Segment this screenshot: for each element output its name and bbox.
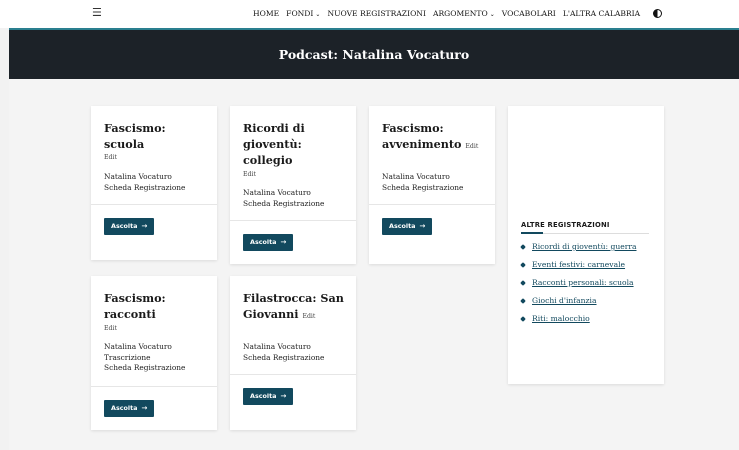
card-divider bbox=[91, 204, 217, 205]
nav-item-altra-calabria[interactable]: L'ALTRA CALABRIA bbox=[563, 9, 640, 18]
listen-button[interactable]: Ascolta → bbox=[104, 400, 155, 417]
card-title[interactable]: Fascismo: racconti bbox=[104, 290, 214, 322]
sidebar-heading-accent bbox=[521, 232, 543, 234]
sidebar-link[interactable]: Ricordi di gioventù: guerra bbox=[532, 242, 637, 252]
card-author[interactable]: Natalina Vocaturo bbox=[243, 342, 324, 353]
listen-button-label: Ascolta bbox=[250, 238, 277, 246]
bullet-icon bbox=[520, 244, 526, 250]
other-recordings-sidebar: ALTRE REGISTRAZIONI Ricordi di gioventù:… bbox=[508, 106, 664, 384]
card-title-text: Filastrocca: San Giovanni bbox=[243, 291, 344, 321]
nav-item-argomento[interactable]: ARGOMENTO ⌄ bbox=[433, 9, 495, 18]
contrast-toggle-icon[interactable] bbox=[653, 9, 662, 18]
card-divider bbox=[369, 204, 495, 205]
nav-item-label: L'ALTRA CALABRIA bbox=[562, 9, 641, 18]
hamburger-icon[interactable]: ☰ bbox=[92, 6, 102, 19]
card-author[interactable]: Natalina Vocaturo bbox=[104, 342, 185, 353]
card-record-link[interactable]: Scheda Registrazione bbox=[243, 353, 324, 364]
arrow-right-icon: → bbox=[141, 404, 148, 412]
main-nav: HOME FONDI ⌄ NUOVE REGISTRAZIONI ARGOMENT… bbox=[253, 9, 647, 18]
chevron-down-icon: ⌄ bbox=[315, 11, 321, 18]
listen-button-label: Ascolta bbox=[250, 392, 277, 400]
card-record-link[interactable]: Scheda Registrazione bbox=[382, 183, 463, 194]
chevron-down-icon: ⌄ bbox=[489, 11, 495, 18]
page-header: Podcast: Natalina Vocaturo bbox=[9, 28, 739, 79]
sidebar-link[interactable]: Eventi festivi: carnevale bbox=[532, 260, 625, 270]
arrow-right-icon: → bbox=[141, 222, 148, 230]
bullet-icon bbox=[520, 262, 526, 268]
podcast-card: Fascismo: avvenimento Edit Natalina Voca… bbox=[369, 106, 495, 264]
nav-item-label: VOCABOLARI bbox=[501, 9, 556, 18]
top-nav-bar: ☰ HOME FONDI ⌄ NUOVE REGISTRAZIONI ARGOME… bbox=[0, 0, 739, 28]
list-item: Ricordi di gioventù: guerra bbox=[520, 242, 637, 260]
page-title: Podcast: Natalina Vocaturo bbox=[278, 47, 470, 62]
sidebar-link-list: Ricordi di gioventù: guerra Eventi festi… bbox=[520, 242, 637, 332]
edit-link[interactable]: Edit bbox=[465, 143, 478, 150]
nav-item-nuove-registrazioni[interactable]: NUOVE REGISTRAZIONI bbox=[327, 9, 426, 18]
podcast-card: Fascismo: racconti Edit Natalina Vocatur… bbox=[91, 276, 217, 430]
bullet-icon bbox=[520, 316, 526, 322]
list-item: Giochi d'infanzia bbox=[520, 296, 637, 314]
card-author[interactable]: Natalina Vocaturo bbox=[104, 172, 185, 183]
nav-item-label: HOME bbox=[253, 9, 280, 18]
card-record-link[interactable]: Scheda Registrazione bbox=[104, 363, 185, 374]
bullet-icon bbox=[520, 280, 526, 286]
listen-button-label: Ascolta bbox=[111, 404, 138, 412]
listen-button-label: Ascolta bbox=[389, 222, 416, 230]
card-title[interactable]: Fascismo: scuola bbox=[104, 120, 208, 152]
listen-button[interactable]: Ascolta → bbox=[382, 218, 433, 235]
list-item: Eventi festivi: carnevale bbox=[520, 260, 637, 278]
card-author[interactable]: Natalina Vocaturo bbox=[382, 172, 463, 183]
nav-item-label: FONDI bbox=[286, 9, 314, 18]
arrow-right-icon: → bbox=[280, 392, 287, 400]
sidebar-heading: ALTRE REGISTRAZIONI bbox=[521, 221, 610, 229]
podcast-card: Filastrocca: San Giovanni Edit Natalina … bbox=[230, 276, 356, 430]
podcast-card: Fascismo: scuola Edit Natalina Vocaturo … bbox=[91, 106, 217, 260]
listen-button[interactable]: Ascolta → bbox=[104, 218, 155, 235]
arrow-right-icon: → bbox=[280, 238, 287, 246]
list-item: Riti: malocchio bbox=[520, 314, 637, 332]
nav-item-vocabolari[interactable]: VOCABOLARI bbox=[502, 9, 556, 18]
card-record-link[interactable]: Scheda Registrazione bbox=[243, 199, 324, 210]
card-title-text: Fascismo: avvenimento bbox=[382, 121, 462, 151]
nav-item-label: ARGOMENTO bbox=[432, 9, 488, 18]
card-title[interactable]: Fascismo: avvenimento Edit bbox=[382, 120, 492, 155]
sidebar-link[interactable]: Riti: malocchio bbox=[532, 314, 590, 324]
listen-button[interactable]: Ascolta → bbox=[243, 234, 294, 251]
sidebar-link[interactable]: Giochi d'infanzia bbox=[532, 296, 597, 306]
nav-item-label: NUOVE REGISTRAZIONI bbox=[327, 9, 426, 18]
listen-button[interactable]: Ascolta → bbox=[243, 388, 294, 405]
card-divider bbox=[230, 220, 356, 221]
card-title[interactable]: Ricordi di gioventù: collegio bbox=[243, 120, 351, 168]
edit-link[interactable]: Edit bbox=[104, 154, 208, 161]
card-record-link[interactable]: Scheda Registrazione bbox=[104, 183, 185, 194]
podcast-card: Ricordi di gioventù: collegio Edit Natal… bbox=[230, 106, 356, 264]
sidebar-link[interactable]: Racconti personali: scuola bbox=[532, 278, 634, 288]
card-divider bbox=[230, 374, 356, 375]
card-author[interactable]: Natalina Vocaturo bbox=[243, 188, 324, 199]
arrow-right-icon: → bbox=[419, 222, 426, 230]
nav-item-fondi[interactable]: FONDI ⌄ bbox=[286, 9, 320, 18]
card-title[interactable]: Filastrocca: San Giovanni Edit bbox=[243, 290, 351, 325]
edit-link[interactable]: Edit bbox=[243, 171, 351, 178]
edit-link[interactable]: Edit bbox=[302, 313, 315, 320]
edit-link[interactable]: Edit bbox=[104, 325, 214, 332]
nav-item-home[interactable]: HOME bbox=[253, 9, 279, 18]
card-transcript-link[interactable]: Trascrizione bbox=[104, 353, 185, 364]
listen-button-label: Ascolta bbox=[111, 222, 138, 230]
card-divider bbox=[91, 386, 217, 387]
list-item: Racconti personali: scuola bbox=[520, 278, 637, 296]
bullet-icon bbox=[520, 298, 526, 304]
